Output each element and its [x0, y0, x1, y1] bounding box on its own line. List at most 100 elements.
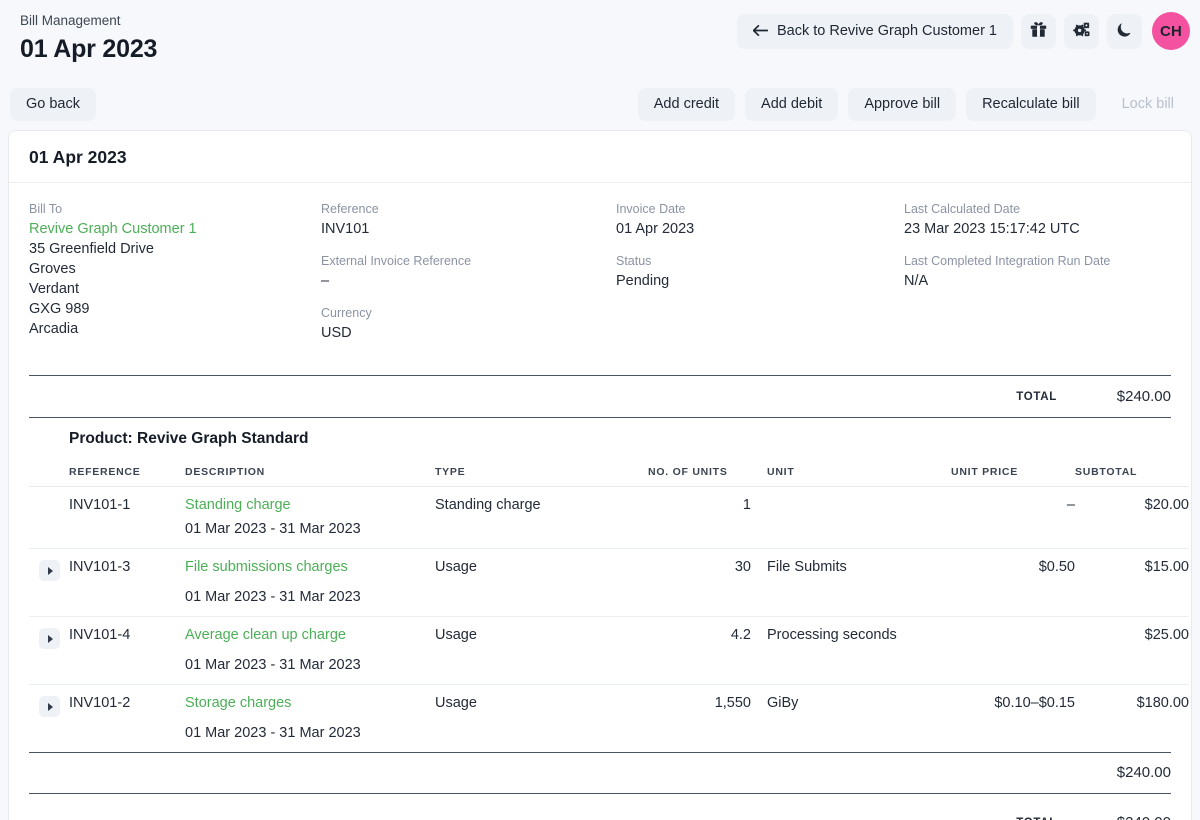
avatar[interactable]: CH: [1152, 12, 1190, 50]
caret-right-icon: [47, 634, 53, 643]
row-description: Storage charges: [185, 684, 435, 717]
spacer-cell: [29, 513, 69, 549]
spacer-cell: [69, 581, 185, 617]
row-unit-price: –: [1066, 497, 1075, 513]
row-period: 01 Mar 2023 - 31 Mar 2023: [185, 521, 361, 537]
last-integration-run-date-field: Last Completed Integration Run Date N/A: [904, 253, 1171, 291]
unit-price-column-header: Unit price: [951, 459, 1075, 487]
spacer-cell: [29, 649, 69, 685]
bill-total-row: TOTAL $240.00: [9, 376, 1191, 417]
table-row-dates: 01 Mar 2023 - 31 Mar 2023: [29, 649, 1189, 685]
table-row: INV101-2 Storage charges Usage 1,550 GiB…: [29, 684, 1189, 717]
bill-detail-page: Bill Management 01 Apr 2023 Back to Revi…: [0, 0, 1200, 820]
action-toolbar: Go back Add credit Add debit Approve bil…: [0, 78, 1200, 130]
currency-field: Currency USD: [321, 305, 608, 343]
row-reference: INV101-4: [69, 616, 185, 649]
spacer-cell: [435, 717, 1189, 752]
invoice-date-value: 01 Apr 2023: [616, 221, 695, 237]
gift-icon: [1030, 21, 1047, 41]
cogs-icon: [1072, 21, 1091, 41]
row-description-link[interactable]: Storage charges: [185, 695, 291, 711]
bill-to-customer-link[interactable]: Revive Graph Customer 1: [29, 219, 313, 239]
row-subtotal: $15.00: [1075, 548, 1189, 581]
row-unit: [751, 487, 951, 514]
moon-icon: [1117, 21, 1133, 41]
table-row-dates: 01 Mar 2023 - 31 Mar 2023: [29, 581, 1189, 617]
expand-row-button[interactable]: [39, 560, 60, 581]
go-back-button[interactable]: Go back: [10, 87, 96, 121]
row-description: File submissions charges: [185, 548, 435, 581]
row-subtotal: $20.00: [1144, 497, 1189, 513]
status-field: Status Pending: [616, 253, 896, 291]
subtotal-column-header: Subtotal: [1075, 459, 1189, 487]
unit-column-header: Unit: [751, 459, 951, 487]
approve-bill-button[interactable]: Approve bill: [848, 87, 957, 121]
header-actions: Back to Revive Graph Customer 1 CH: [736, 12, 1190, 50]
back-to-customer-label: Back to Revive Graph Customer 1: [776, 23, 997, 39]
table-header-row: Reference Description Type No. of units …: [29, 459, 1189, 487]
bill-lines-table: Reference Description Type No. of units …: [29, 459, 1189, 752]
expand-row-button[interactable]: [39, 628, 60, 649]
row-subtotal: $180.00: [1075, 684, 1189, 717]
bill-card: 01 Apr 2023 Bill To Revive Graph Custome…: [8, 130, 1192, 820]
spacer-cell: [435, 513, 1189, 549]
expand-cell: [29, 616, 69, 649]
address-line: 35 Greenfield Drive: [29, 241, 154, 257]
recalculate-bill-button[interactable]: Recalculate bill: [966, 87, 1096, 121]
status-label: Status: [616, 254, 652, 268]
address-line: Groves: [29, 261, 76, 277]
invoice-date-label: Invoice Date: [616, 202, 686, 216]
units-column-header: No. of units: [648, 459, 751, 487]
expand-row-button[interactable]: [39, 696, 60, 717]
row-description-link[interactable]: Standing charge: [185, 497, 291, 513]
avatar-initials: CH: [1159, 22, 1183, 40]
row-description: Standing charge: [185, 487, 435, 513]
address-line: Verdant: [29, 281, 79, 297]
row-unit: File Submits: [751, 548, 951, 581]
table-header: Reference Description Type No. of units …: [29, 459, 1189, 487]
row-units: 4.2: [648, 616, 751, 649]
row-description: Average clean up charge: [185, 616, 435, 649]
settings-button[interactable]: [1064, 13, 1099, 49]
add-debit-button[interactable]: Add debit: [745, 87, 839, 121]
row-description-link[interactable]: Average clean up charge: [185, 627, 346, 643]
row-unit-price: [951, 616, 1075, 649]
row-units: 1,550: [648, 684, 751, 717]
currency-label: Currency: [321, 306, 372, 320]
row-description-link[interactable]: File submissions charges: [185, 559, 348, 575]
expand-cell: [29, 487, 69, 514]
dark-mode-button[interactable]: [1107, 13, 1142, 49]
row-type: Usage: [435, 684, 648, 717]
invoice-column: Invoice Date 01 Apr 2023 Status Pending: [608, 201, 896, 357]
top-header: Bill Management 01 Apr 2023 Back to Revi…: [0, 0, 1200, 78]
add-credit-button[interactable]: Add credit: [637, 87, 736, 121]
row-type: Standing charge: [435, 497, 541, 513]
spacer-cell: [69, 717, 185, 752]
currency-value: USD: [321, 325, 352, 341]
reference-column-header: Reference: [69, 459, 185, 487]
bill-details: Bill To Revive Graph Customer 1 35 Green…: [9, 183, 1191, 367]
table-row: INV101-4 Average clean up charge Usage 4…: [29, 616, 1189, 649]
expand-cell: [29, 684, 69, 717]
last-integration-run-date-label: Last Completed Integration Run Date: [904, 254, 1111, 268]
back-to-customer-button[interactable]: Back to Revive Graph Customer 1: [736, 13, 1013, 49]
spacer-cell: [29, 581, 69, 617]
row-period: 01 Mar 2023 - 31 Mar 2023: [185, 725, 361, 741]
row-type: Usage: [435, 616, 648, 649]
gift-button[interactable]: [1021, 13, 1056, 49]
bill-total-label: TOTAL: [1016, 390, 1057, 403]
last-calculated-date-label: Last Calculated Date: [904, 202, 1021, 216]
row-period: 01 Mar 2023 - 31 Mar 2023: [185, 657, 361, 673]
row-unit: Processing seconds: [751, 616, 951, 649]
bill-total-value: $240.00: [1116, 388, 1171, 405]
row-reference: INV101-3: [69, 548, 185, 581]
table-body: INV101-1 Standing charge Standing charge…: [29, 487, 1189, 753]
external-invoice-reference-label: External Invoice Reference: [321, 254, 472, 268]
table-row-dates: 01 Mar 2023 - 31 Mar 2023: [29, 717, 1189, 752]
expand-cell: [29, 548, 69, 581]
footer-total-label: TOTAL: [927, 817, 1067, 820]
row-units: 1: [742, 497, 751, 513]
status-value: Pending: [616, 273, 670, 289]
bill-to-label: Bill To: [29, 202, 63, 216]
row-unit-price: $0.10–$0.15: [951, 684, 1075, 717]
